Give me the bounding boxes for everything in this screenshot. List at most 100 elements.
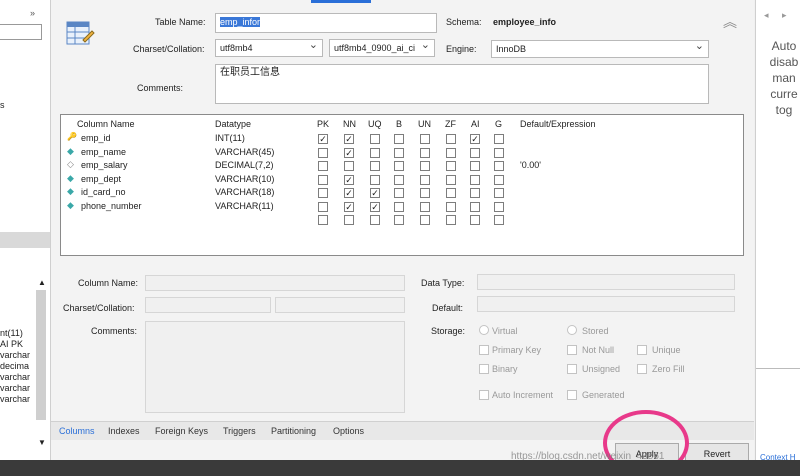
tab-foreign-keys[interactable]: Foreign Keys — [155, 426, 208, 436]
pk-checkbox[interactable] — [318, 188, 328, 198]
tab-options[interactable]: Options — [333, 426, 364, 436]
detail-collation-select[interactable] — [275, 297, 405, 313]
uq-checkbox[interactable]: ✓ — [370, 188, 380, 198]
left-scrollbar[interactable] — [36, 290, 46, 420]
pk-checkbox[interactable] — [318, 161, 328, 171]
stored-radio[interactable] — [567, 325, 577, 335]
nn-checkbox[interactable]: ✓ — [344, 201, 354, 212]
collation-select[interactable]: utf8mb4_0900_ai_ci — [329, 39, 435, 57]
nn-checkbox[interactable]: ✓ — [344, 174, 354, 185]
zf-checkbox[interactable] — [446, 215, 456, 225]
pk-checkbox[interactable] — [318, 215, 328, 225]
pk-checkbox[interactable] — [318, 147, 328, 158]
virtual-radio[interactable] — [479, 325, 489, 335]
datatype-cell[interactable]: VARCHAR(10) — [215, 174, 274, 184]
pk-checkbox[interactable]: ✓ — [318, 134, 328, 144]
zf-checkbox[interactable] — [446, 188, 456, 198]
column-name-cell[interactable]: phone_number — [81, 201, 142, 211]
uq-checkbox[interactable]: ✓ — [370, 201, 380, 212]
b-checkbox[interactable] — [394, 134, 404, 144]
header-datatype[interactable]: Datatype — [215, 119, 251, 129]
zero-fill-checkbox[interactable] — [637, 364, 647, 374]
header-uq[interactable]: UQ — [368, 119, 382, 129]
uq-checkbox[interactable] — [370, 134, 380, 144]
column-name-cell[interactable]: id_card_no — [81, 187, 126, 197]
g-checkbox[interactable] — [494, 174, 504, 185]
table-name-input[interactable]: emp_infor — [215, 13, 437, 33]
nn-checkbox[interactable]: ✓ — [344, 134, 354, 144]
datatype-cell[interactable]: DECIMAL(7,2) — [215, 160, 274, 170]
header-ai[interactable]: AI — [471, 119, 480, 129]
datatype-cell[interactable]: VARCHAR(45) — [215, 147, 274, 157]
ai-checkbox[interactable]: ✓ — [470, 134, 480, 144]
column-name-cell[interactable]: emp_dept — [81, 174, 121, 184]
b-checkbox[interactable] — [394, 188, 404, 198]
ai-checkbox[interactable] — [470, 201, 480, 212]
zf-checkbox[interactable] — [446, 147, 456, 158]
g-checkbox[interactable] — [494, 201, 504, 212]
g-checkbox[interactable] — [494, 215, 504, 225]
un-checkbox[interactable] — [420, 215, 430, 225]
tab-partitioning[interactable]: Partitioning — [271, 426, 316, 436]
b-checkbox[interactable] — [394, 215, 404, 225]
engine-select[interactable]: InnoDB — [491, 40, 709, 58]
detail-comments-textarea[interactable] — [145, 321, 405, 413]
scroll-up-icon[interactable]: ▲ — [38, 278, 46, 287]
nav-forward-icon[interactable]: ▸ — [782, 10, 787, 21]
header-nn[interactable]: NN — [343, 119, 356, 129]
un-checkbox[interactable] — [420, 161, 430, 171]
header-un[interactable]: UN — [418, 119, 431, 129]
arrows-icon[interactable]: » — [30, 8, 35, 18]
nn-checkbox[interactable]: ✓ — [344, 147, 354, 158]
pk-checkbox[interactable] — [318, 174, 328, 185]
uq-checkbox[interactable] — [370, 174, 380, 185]
nn-checkbox[interactable] — [344, 161, 354, 171]
un-checkbox[interactable] — [420, 134, 430, 144]
g-checkbox[interactable] — [494, 147, 504, 158]
charset-select[interactable]: utf8mb4 — [215, 39, 323, 57]
column-name-input[interactable] — [145, 275, 405, 291]
b-checkbox[interactable] — [394, 174, 404, 185]
tab-indexes[interactable]: Indexes — [108, 426, 140, 436]
scroll-down-icon[interactable]: ▼ — [38, 438, 46, 447]
g-checkbox[interactable] — [494, 134, 504, 144]
data-type-input[interactable] — [477, 274, 735, 290]
pk-checkbox[interactable] — [318, 201, 328, 212]
un-checkbox[interactable] — [420, 188, 430, 198]
header-default[interactable]: Default/Expression — [520, 119, 596, 129]
column-name-cell[interactable]: emp_name — [81, 147, 126, 157]
ai-checkbox[interactable] — [470, 161, 480, 171]
column-name-cell[interactable]: emp_id — [81, 133, 111, 143]
header-column-name[interactable]: Column Name — [77, 119, 135, 129]
zf-checkbox[interactable] — [446, 201, 456, 212]
columns-grid[interactable]: Column Name Datatype PK NN UQ B UN ZF AI… — [60, 114, 744, 256]
uq-checkbox[interactable] — [370, 147, 380, 158]
un-checkbox[interactable] — [420, 174, 430, 185]
header-zf[interactable]: ZF — [445, 119, 456, 129]
g-checkbox[interactable] — [494, 161, 504, 171]
tab-triggers[interactable]: Triggers — [223, 426, 256, 436]
unsigned-checkbox[interactable] — [567, 364, 577, 374]
zf-checkbox[interactable] — [446, 174, 456, 185]
comments-textarea[interactable]: 在职员工信息 — [215, 64, 709, 104]
zf-checkbox[interactable] — [446, 161, 456, 171]
nn-checkbox[interactable] — [344, 215, 354, 225]
b-checkbox[interactable] — [394, 161, 404, 171]
column-name-cell[interactable]: emp_salary — [81, 160, 128, 170]
default-cell[interactable]: '0.00' — [520, 160, 541, 170]
g-checkbox[interactable] — [494, 188, 504, 198]
not-null-checkbox[interactable] — [567, 345, 577, 355]
b-checkbox[interactable] — [394, 201, 404, 212]
ai-checkbox[interactable] — [470, 188, 480, 198]
b-checkbox[interactable] — [394, 147, 404, 158]
default-input[interactable] — [477, 296, 735, 312]
binary-checkbox[interactable] — [479, 364, 489, 374]
zf-checkbox[interactable] — [446, 134, 456, 144]
datatype-cell[interactable]: VARCHAR(18) — [215, 187, 274, 197]
uq-checkbox[interactable] — [370, 161, 380, 171]
un-checkbox[interactable] — [420, 201, 430, 212]
uq-checkbox[interactable] — [370, 215, 380, 225]
datatype-cell[interactable]: VARCHAR(11) — [215, 201, 274, 211]
unique-checkbox[interactable] — [637, 345, 647, 355]
collapse-icon[interactable]: ︽ — [723, 12, 737, 32]
